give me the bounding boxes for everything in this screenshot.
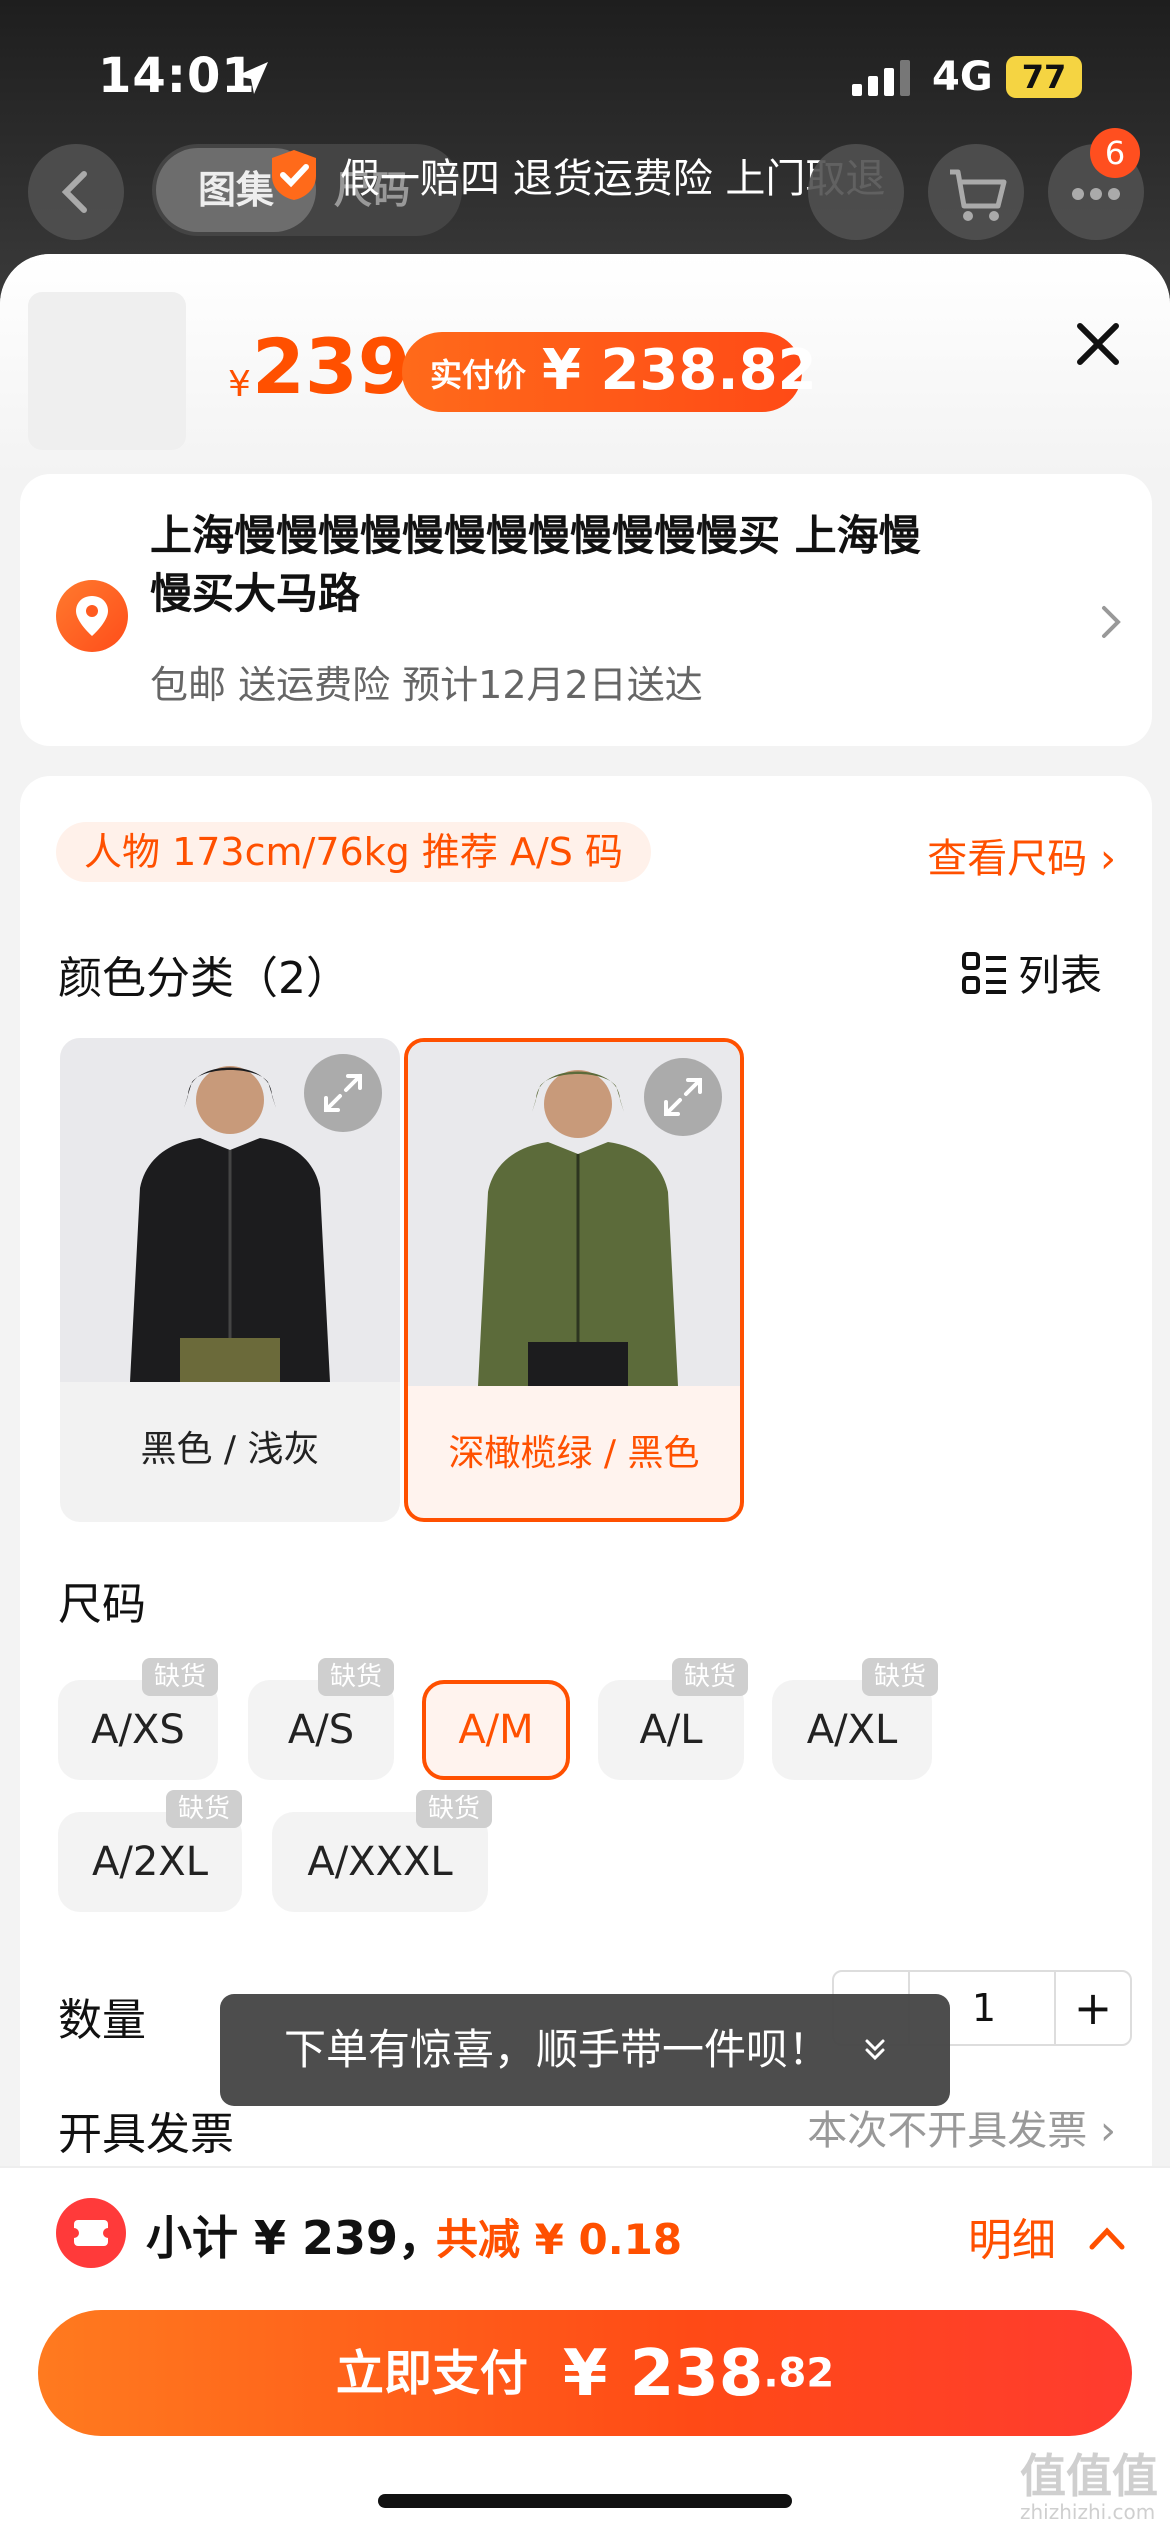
pay-cents: .82 bbox=[763, 2350, 835, 2397]
list-view-label: 列表 bbox=[1018, 951, 1103, 1000]
back-button[interactable] bbox=[28, 144, 124, 240]
cart-button[interactable] bbox=[928, 144, 1024, 240]
price-currency: ¥ bbox=[228, 364, 251, 405]
network-type: 4G bbox=[932, 54, 993, 100]
out-of-stock-tag: 缺货 bbox=[672, 1658, 749, 1696]
out-of-stock-tag: 缺货 bbox=[166, 1790, 243, 1828]
list-icon bbox=[962, 952, 1006, 994]
watermark-url: zhizhizhi.com bbox=[1020, 2500, 1156, 2524]
discount-total: 共减 ¥ 0.18 bbox=[436, 2215, 683, 2264]
pay-label: 立即支付 bbox=[335, 2345, 528, 2402]
location-pin-icon bbox=[56, 580, 128, 652]
price-detail-label: 明细 bbox=[968, 2215, 1056, 2266]
location-arrow-icon bbox=[236, 62, 268, 94]
color-option-selected[interactable]: 深橄榄绿 / 黑色 bbox=[404, 1038, 744, 1522]
watermark: 值值值 bbox=[1020, 2449, 1158, 2503]
sku-sheet: ¥ 239 实付价 ¥ 238.82 上海慢慢慢慢慢慢慢慢慢慢慢慢买 上海慢 慢… bbox=[0, 254, 1170, 2532]
real-price-value: ¥ 238.82 bbox=[542, 338, 817, 403]
battery-icon: 77 bbox=[1006, 56, 1082, 98]
size-recommendation: 人物 173cm/76kg 推荐 A/S 码 bbox=[56, 822, 651, 882]
close-icon[interactable] bbox=[1068, 314, 1128, 374]
invoice-label: 开具发票 bbox=[58, 2109, 234, 2160]
color-option[interactable]: 黑色 / 浅灰 bbox=[60, 1038, 400, 1522]
guarantee-text: 假一赔四 退货运费险 上门取退 bbox=[340, 156, 886, 202]
shield-check-icon bbox=[272, 150, 316, 200]
pay-now-button[interactable]: 立即支付 ¥ 238.82 bbox=[38, 2310, 1132, 2436]
toast-text: 下单有惊喜，顺手带一件呗！ bbox=[284, 2025, 831, 2074]
address-line-2: 慢买大马路 bbox=[150, 569, 361, 618]
delivery-info: 包邮 送运费险 预计12月2日送达 bbox=[150, 663, 703, 707]
status-bar: 14:01 4G 77 bbox=[0, 0, 1170, 150]
price-detail-toggle[interactable]: 明细 bbox=[968, 2204, 1126, 2268]
address-card[interactable]: 上海慢慢慢慢慢慢慢慢慢慢慢慢买 上海慢 慢买大马路 包邮 送运费险 预计12月2… bbox=[20, 474, 1152, 746]
checkout-bar: 小计 ¥ 239， 共减 ¥ 0.18 明细 立即支付 ¥ 238.82 bbox=[0, 2166, 1170, 2532]
size-option-selected[interactable]: A/M bbox=[422, 1680, 570, 1780]
pay-amount: ¥ 238 bbox=[562, 2336, 764, 2411]
home-indicator bbox=[378, 2494, 792, 2508]
chevron-up-icon bbox=[1089, 2227, 1125, 2250]
chevron-right-icon bbox=[1102, 606, 1121, 638]
out-of-stock-tag: 缺货 bbox=[862, 1658, 939, 1696]
product-thumbnail[interactable] bbox=[28, 292, 186, 450]
chevron-left-icon bbox=[61, 171, 87, 213]
out-of-stock-tag: 缺货 bbox=[142, 1658, 219, 1696]
coupon-icon bbox=[56, 2198, 126, 2268]
list-view-toggle[interactable]: 列表 bbox=[962, 942, 1102, 1003]
cart-badge: 6 bbox=[1090, 128, 1140, 178]
expand-icon[interactable] bbox=[644, 1058, 722, 1136]
price: 239 bbox=[252, 322, 411, 411]
out-of-stock-tag: 缺货 bbox=[416, 1790, 493, 1828]
invoice-value[interactable]: 本次不开具发票 › bbox=[807, 2098, 1116, 2156]
share-button[interactable] bbox=[808, 144, 904, 240]
signal-icon bbox=[852, 60, 910, 96]
color-section-title: 颜色分类（2） bbox=[58, 953, 350, 1004]
size-section-title: 尺码 bbox=[58, 1579, 146, 1630]
real-price-badge: 实付价 ¥ 238.82 bbox=[402, 332, 817, 412]
expand-icon[interactable] bbox=[304, 1054, 382, 1132]
address-line-1: 上海慢慢慢慢慢慢慢慢慢慢慢慢买 上海慢 bbox=[150, 511, 921, 560]
size-chart-link[interactable]: 查看尺码 › bbox=[927, 826, 1116, 884]
subtotal: 小计 ¥ 239， bbox=[146, 2211, 445, 2265]
real-price-label: 实付价 bbox=[430, 356, 527, 394]
color-option-label: 黑色 / 浅灰 bbox=[140, 1429, 320, 1470]
color-option-label: 深橄榄绿 / 黑色 bbox=[448, 1433, 700, 1474]
chevron-double-down-icon bbox=[865, 2039, 885, 2061]
upsell-toast[interactable]: 下单有惊喜，顺手带一件呗！ bbox=[220, 1994, 950, 2106]
increment-button[interactable]: + bbox=[1054, 1972, 1130, 2044]
out-of-stock-tag: 缺货 bbox=[318, 1658, 395, 1696]
quantity-label: 数量 bbox=[58, 1995, 146, 2046]
cart-icon bbox=[950, 169, 1007, 221]
